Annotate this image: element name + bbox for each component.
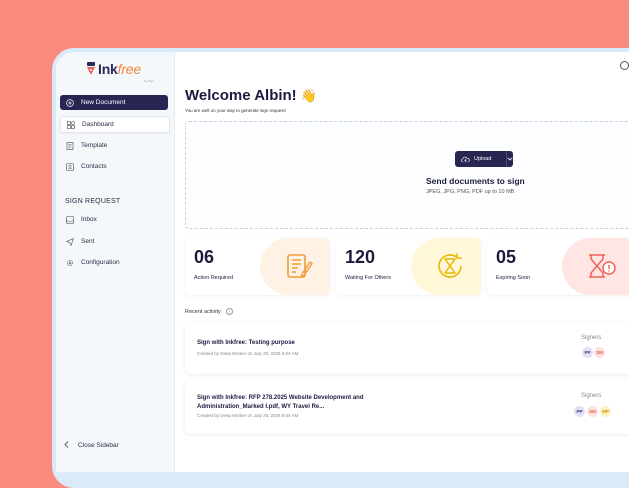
new-document-button[interactable]: New Document: [60, 95, 168, 110]
sidebar-item-label: Inbox: [81, 216, 97, 223]
sidebar-item-dashboard[interactable]: Dashboard: [60, 116, 170, 133]
signers-label: Signers: [581, 393, 602, 399]
upload-button[interactable]: Upload: [455, 151, 513, 167]
template-icon: [65, 141, 75, 150]
sign-request-section-label: SIGN REQUEST: [65, 198, 121, 205]
sidebar-item-configuration[interactable]: Configuration: [60, 255, 168, 270]
avatar[interactable]: MP: [600, 406, 611, 417]
stat-label: Action Required: [194, 275, 234, 281]
plus-circle-icon: [65, 98, 75, 107]
page-title: Welcome Albin! 👋: [185, 87, 318, 104]
close-sidebar-button[interactable]: Close Sidebar: [62, 441, 119, 450]
activity-meta: Created by Deep Morker on July 29, 2025 …: [197, 413, 299, 418]
profile-icon[interactable]: [620, 61, 629, 70]
activity-card[interactable]: Sign with Inkfree: Testing purpose Creat…: [185, 322, 629, 374]
inbox-icon: [65, 215, 75, 224]
stat-label: Waiting For Others: [345, 275, 391, 281]
stat-value: 06: [194, 247, 215, 267]
activity-title: Sign with Inkfree: Testing purpose: [197, 340, 295, 346]
upload-label: Upload: [474, 156, 492, 162]
contacts-icon: [65, 162, 75, 171]
gear-icon: [65, 259, 75, 267]
upload-formats: JPEG, JPG, PNG, PDF up to 10 MB: [426, 189, 515, 195]
pen-nib-icon: [87, 62, 95, 75]
sidebar-item-label: Dashboard: [82, 121, 114, 128]
stat-label: Expiring Soon: [496, 275, 531, 281]
upload-main-button[interactable]: Upload: [455, 151, 507, 167]
document-edit-icon: [287, 254, 313, 278]
stat-card-action-required[interactable]: 06 Action Required: [185, 238, 330, 295]
upload-title: Send documents to sign: [426, 176, 525, 186]
new-document-label: New Document: [81, 99, 126, 106]
avatar[interactable]: SM: [587, 406, 598, 417]
stat-card-expiring[interactable]: 05 Expiring Soon: [487, 238, 629, 295]
activity-meta: Created by Deep Morker on July 29, 2025 …: [197, 351, 299, 356]
activity-card[interactable]: Sign with Inkfree: RFP 278.2025 Website …: [185, 380, 629, 434]
brand-name: Inkfree: [98, 61, 141, 77]
avatar[interactable]: SM: [594, 347, 605, 358]
sidebar-item-sent[interactable]: Sent: [60, 234, 168, 249]
hourglass-alert-icon: [589, 254, 616, 278]
brand-sub: by Sign: [144, 79, 155, 83]
stat-value: 120: [345, 247, 376, 267]
dashboard-icon: [66, 120, 76, 129]
sidebar-item-label: Contacts: [81, 163, 107, 170]
stat-value: 05: [496, 247, 517, 267]
send-icon: [65, 237, 75, 246]
sidebar-item-inbox[interactable]: Inbox: [60, 212, 168, 227]
activity-title: Sign with Inkfree: RFP 278.2025 Website …: [197, 395, 364, 410]
cloud-upload-icon: [461, 156, 470, 163]
upload-dropzone[interactable]: [185, 121, 629, 229]
stat-card-waiting[interactable]: 120 Waiting For Others: [336, 238, 481, 295]
signers-label: Signers: [581, 335, 602, 341]
recent-activity-heading: Recent activity i: [185, 308, 233, 315]
sidebar-item-contacts[interactable]: Contacts: [60, 159, 168, 174]
info-icon[interactable]: i: [225, 308, 233, 315]
avatar[interactable]: PP: [582, 347, 593, 358]
sidebar-item-label: Template: [81, 142, 108, 149]
wave-icon: 👋: [300, 88, 318, 103]
hourglass-refresh-icon: [438, 253, 462, 278]
avatar[interactable]: PP: [574, 406, 585, 417]
sidebar-item-template[interactable]: Template: [60, 138, 168, 153]
close-sidebar-label: Close Sidebar: [78, 442, 119, 449]
page-subtitle: You are well on your way to generate sig…: [185, 108, 286, 113]
brand-logo[interactable]: Inkfree by Sign: [86, 61, 156, 86]
sidebar-item-label: Sent: [81, 238, 95, 245]
chevron-down-icon[interactable]: [507, 157, 513, 161]
sidebar-item-label: Configuration: [81, 259, 120, 266]
chevron-left-icon: [62, 441, 72, 450]
